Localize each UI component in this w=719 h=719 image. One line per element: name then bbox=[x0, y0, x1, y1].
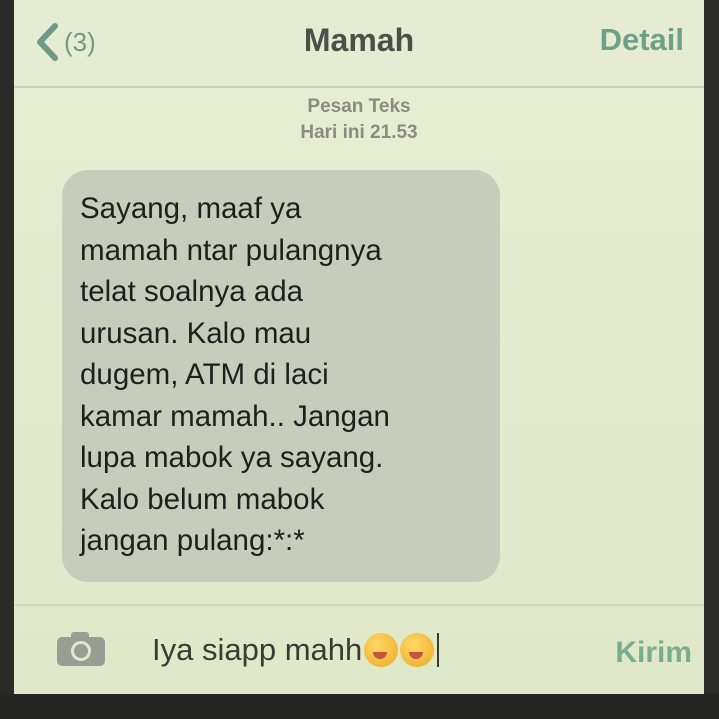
message-meta: Pesan Teks Hari ini 21.53 bbox=[14, 94, 704, 146]
device-bezel-left bbox=[0, 0, 14, 719]
device-bezel-bottom bbox=[0, 694, 719, 719]
message-input[interactable]: Iya siapp mahh bbox=[152, 628, 552, 672]
send-button[interactable]: Kirim bbox=[615, 636, 692, 670]
text-cursor bbox=[437, 633, 440, 667]
message-type-label: Pesan Teks bbox=[307, 96, 411, 117]
message-timestamp: Hari ini 21.53 bbox=[300, 122, 418, 143]
message-input-text: Iya siapp mahh bbox=[152, 632, 363, 667]
face-tongue-wink-icon bbox=[400, 633, 435, 667]
messages-screen: (3) Mamah Detail Pesan Teks Hari ini 21.… bbox=[14, 0, 704, 694]
message-text: Sayang, maaf ya mamah ntar pulangnya tel… bbox=[80, 192, 390, 557]
face-tongue-wink-icon bbox=[364, 633, 399, 667]
device-bezel-right bbox=[704, 0, 719, 719]
camera-icon[interactable] bbox=[56, 631, 106, 672]
detail-button[interactable]: Detail bbox=[600, 22, 684, 58]
compose-bar: Iya siapp mahh Kirim bbox=[14, 606, 704, 694]
navigation-bar: (3) Mamah Detail bbox=[14, 0, 704, 88]
incoming-message-bubble[interactable]: Sayang, maaf ya mamah ntar pulangnya tel… bbox=[62, 170, 500, 582]
